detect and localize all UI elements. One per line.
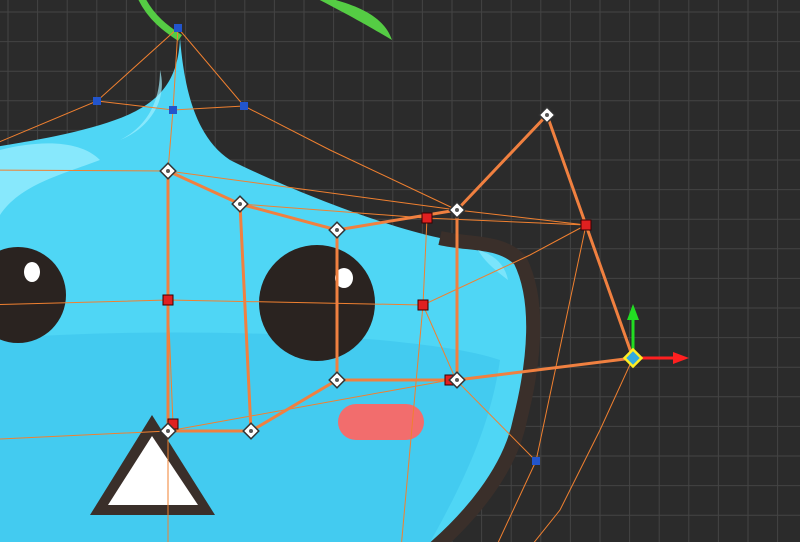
skin-vertex[interactable] xyxy=(169,106,177,114)
left-eye-shine xyxy=(24,262,40,282)
skin-vertex[interactable] xyxy=(240,102,248,110)
skin-vertex[interactable] xyxy=(93,97,101,105)
mesh-editor-canvas[interactable] xyxy=(0,0,800,542)
bone-joint[interactable] xyxy=(162,294,174,306)
skin-vertex[interactable] xyxy=(174,24,182,32)
bone-joint[interactable] xyxy=(421,212,433,224)
bone-joint[interactable] xyxy=(580,219,592,231)
bone-joint[interactable] xyxy=(417,299,429,311)
skin-vertex[interactable] xyxy=(532,457,540,465)
scene-viewport[interactable] xyxy=(0,0,800,542)
